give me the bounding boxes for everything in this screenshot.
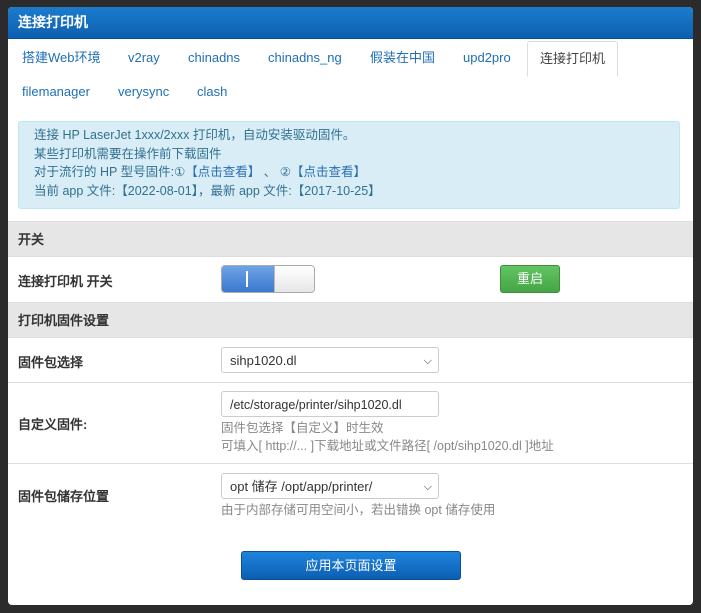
info-alert: 连接 HP LaserJet 1xxx/2xxx 打印机，自动安装驱动固件。 某…	[18, 121, 680, 209]
toggle-knob	[274, 266, 314, 292]
storage-help: 由于内部存储可用空间小，若出错换 opt 储存使用	[221, 503, 496, 517]
firmware-select[interactable]: sihp1020.dl ⌵	[221, 347, 439, 373]
tab-printer[interactable]: 连接打印机	[527, 41, 619, 77]
storage-select-value: opt 储存 /opt/app/printer/	[230, 479, 373, 494]
switch-label: 连接打印机 开关	[18, 274, 113, 289]
switch-row: 连接打印机 开关 重启	[8, 256, 693, 302]
tab-verysync[interactable]: verysync	[118, 75, 169, 109]
storage-row: 固件包储存位置 opt 储存 /opt/app/printer/ ⌵ 由于内部存…	[8, 463, 693, 523]
custom-firmware-help-2: 可填入[ http://... ]下载地址或文件路径[ /opt/sihp102…	[221, 439, 554, 453]
tab-web-env[interactable]: 搭建Web环境	[22, 41, 101, 75]
alert-line-2: 某些打印机需要在操作前下载固件	[34, 146, 222, 161]
storage-select[interactable]: opt 储存 /opt/app/printer/ ⌵	[221, 473, 439, 499]
apply-button[interactable]: 应用本页面设置	[241, 551, 461, 580]
custom-firmware-input[interactable]: /etc/storage/printer/sihp1020.dl	[221, 391, 439, 417]
tab-v2ray[interactable]: v2ray	[128, 41, 160, 75]
tab-bar: 搭建Web环境 v2ray chinadns chinadns_ng 假装在中国…	[8, 39, 693, 105]
custom-firmware-row: 自定义固件: /etc/storage/printer/sihp1020.dl …	[8, 382, 693, 463]
tab-chinadns-ng[interactable]: chinadns_ng	[268, 41, 342, 75]
firmware-select-value: sihp1020.dl	[230, 353, 297, 368]
firmware-link-2[interactable]: 【点击查看】	[291, 165, 366, 179]
chevron-down-icon: ⌵	[423, 355, 432, 367]
tab-upd2pro[interactable]: upd2pro	[463, 41, 511, 75]
page-title: 连接打印机	[8, 7, 693, 39]
section-switch: 开关	[8, 221, 693, 256]
alert-line-3: 对于流行的 HP 型号固件:①【点击查看】 、 ②【点击查看】	[34, 163, 679, 182]
firmware-link-1[interactable]: 【点击查看】	[185, 165, 260, 179]
chevron-down-icon: ⌵	[423, 481, 432, 493]
alert-line-3-mid: 、 ②	[260, 165, 291, 179]
restart-button[interactable]: 重启	[500, 265, 560, 293]
alert-line-4: 当前 app 文件:【2022-08-01】，最新 app 文件:【2017-1…	[34, 183, 381, 198]
section-firmware: 打印机固件设置	[8, 302, 693, 337]
toggle-on-icon	[246, 271, 248, 287]
firmware-select-label: 固件包选择	[18, 355, 84, 370]
custom-firmware-help-1: 固件包选择【自定义】时生效	[221, 421, 384, 435]
tab-chinadns[interactable]: chinadns	[188, 41, 240, 75]
tab-filemanager[interactable]: filemanager	[22, 75, 90, 109]
toggle-on-area	[222, 266, 274, 292]
tab-clash[interactable]: clash	[197, 75, 227, 109]
settings-panel: 连接打印机 搭建Web环境 v2ray chinadns chinadns_ng…	[8, 7, 693, 605]
custom-firmware-label: 自定义固件:	[18, 417, 88, 432]
printer-toggle[interactable]	[221, 265, 315, 293]
tab-pretend-china[interactable]: 假装在中国	[370, 41, 435, 75]
alert-line-3-prefix: 对于流行的 HP 型号固件:①	[34, 165, 186, 179]
firmware-select-row: 固件包选择 sihp1020.dl ⌵	[8, 337, 693, 382]
storage-label: 固件包储存位置	[18, 489, 110, 504]
alert-line-1: 连接 HP LaserJet 1xxx/2xxx 打印机，自动安装驱动固件。	[34, 128, 356, 142]
